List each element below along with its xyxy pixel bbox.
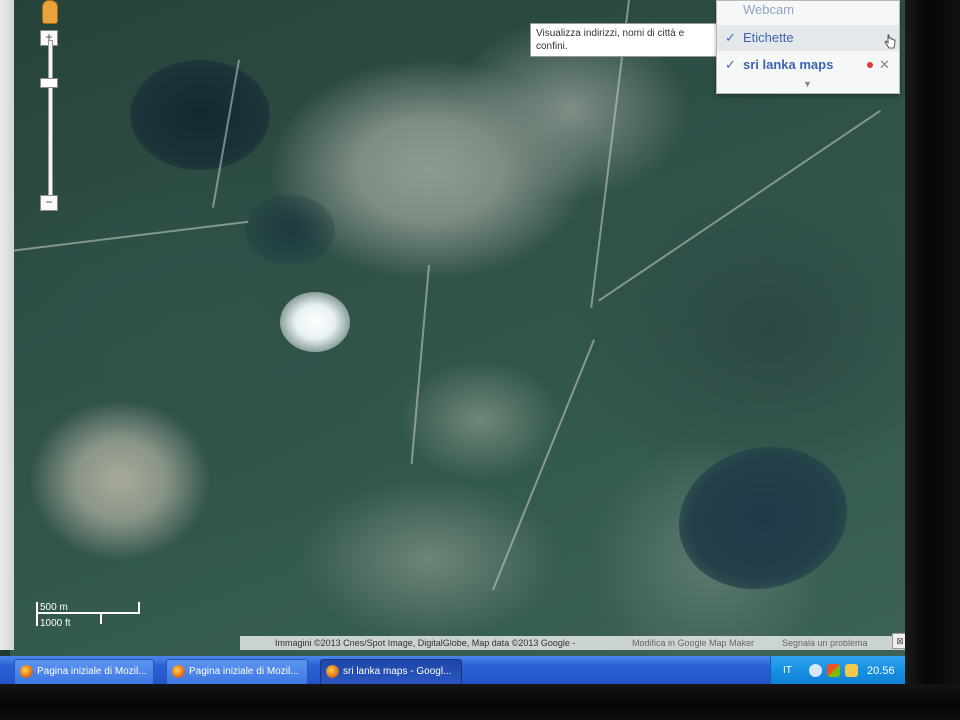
attribution-bar: Immagini ©2013 Cnes/Spot Image, DigitalG… (240, 636, 908, 650)
taskbar-button-label: Pagina iniziale di Mozil... (189, 666, 299, 677)
firefox-icon (326, 665, 339, 678)
map-scale: 500 m 1000 ft (36, 600, 142, 630)
cloud-patch (280, 292, 350, 352)
lake (662, 428, 864, 608)
layer-item-label: Etichette (743, 30, 794, 45)
close-icon[interactable]: ✕ (879, 52, 890, 78)
road (410, 264, 430, 465)
lake (130, 60, 270, 170)
zoom-slider-track[interactable] (48, 40, 53, 204)
map-left-edge (0, 0, 14, 650)
firefox-icon (20, 665, 33, 678)
layer-tooltip: Visualizza indirizzi, nomi di città e co… (530, 23, 717, 57)
scale-tick (100, 612, 102, 624)
hand-cursor-icon (884, 34, 896, 49)
clock[interactable]: 20.56 (867, 656, 895, 686)
taskbar-button-firefox-2[interactable]: Pagina iniziale di Mozil... (166, 659, 308, 685)
layer-item-label: Webcam (743, 2, 795, 17)
map-maker-link[interactable]: Modifica in Google Map Maker (632, 636, 754, 650)
zoom-control: + − (38, 0, 60, 215)
network-icon[interactable] (809, 664, 822, 677)
layer-item-etichette[interactable]: ✓ Etichette (717, 25, 899, 51)
taskbar-button-label: Pagina iniziale di Mozil... (37, 666, 147, 677)
chevron-down-icon[interactable]: ▼ (803, 79, 812, 89)
taskbar-button-maps[interactable]: sri lanka maps - Googl... (320, 659, 462, 685)
checkmark-icon: ✓ (725, 57, 736, 72)
report-problem-link[interactable]: Segnala un problema (782, 636, 868, 650)
road (10, 220, 249, 252)
lake (245, 195, 335, 265)
zoom-out-button[interactable]: − (40, 195, 58, 211)
scale-imperial-label: 1000 ft (40, 618, 71, 629)
screen: + − Visualizza indirizzi, nomi di città … (0, 0, 912, 686)
scale-tick (36, 602, 38, 626)
scale-tick (138, 602, 140, 614)
monitor-bezel-right (905, 0, 960, 720)
layer-item-sri-lanka-maps[interactable]: ✓ sri lanka maps ✕ (717, 52, 899, 78)
monitor-bezel-bottom (0, 684, 960, 720)
road (598, 109, 881, 302)
taskbar: Pagina iniziale di Mozil... Pagina inizi… (0, 656, 911, 686)
tooltip-arrow (705, 31, 714, 43)
system-tray: IT 20.56 (770, 656, 911, 686)
road (492, 339, 595, 591)
layers-dropdown: Webcam ✓ Etichette ✓ sri lanka maps ✕ ▼ (716, 0, 900, 94)
satellite-map[interactable] (10, 0, 912, 660)
scale-bar (36, 612, 140, 614)
security-shield-icon[interactable] (845, 664, 858, 677)
zoom-slider-thumb[interactable] (40, 78, 58, 88)
layer-item-label: sri lanka maps (743, 57, 834, 72)
language-indicator[interactable]: IT (783, 656, 792, 686)
layer-item-webcam[interactable]: Webcam (717, 0, 899, 23)
taskbar-button-firefox-1[interactable]: Pagina iniziale di Mozil... (14, 659, 154, 685)
taskbar-button-label: sri lanka maps - Googl... (343, 666, 452, 677)
status-dot-icon (867, 62, 873, 68)
pegman-icon[interactable] (42, 0, 58, 24)
attribution-text: Immagini ©2013 Cnes/Spot Image, DigitalG… (275, 638, 576, 648)
firefox-icon (172, 665, 185, 678)
tooltip-text: Visualizza indirizzi, nomi di città e co… (536, 28, 685, 52)
checkmark-icon: ✓ (725, 30, 736, 45)
windows-flag-icon[interactable] (827, 664, 840, 677)
